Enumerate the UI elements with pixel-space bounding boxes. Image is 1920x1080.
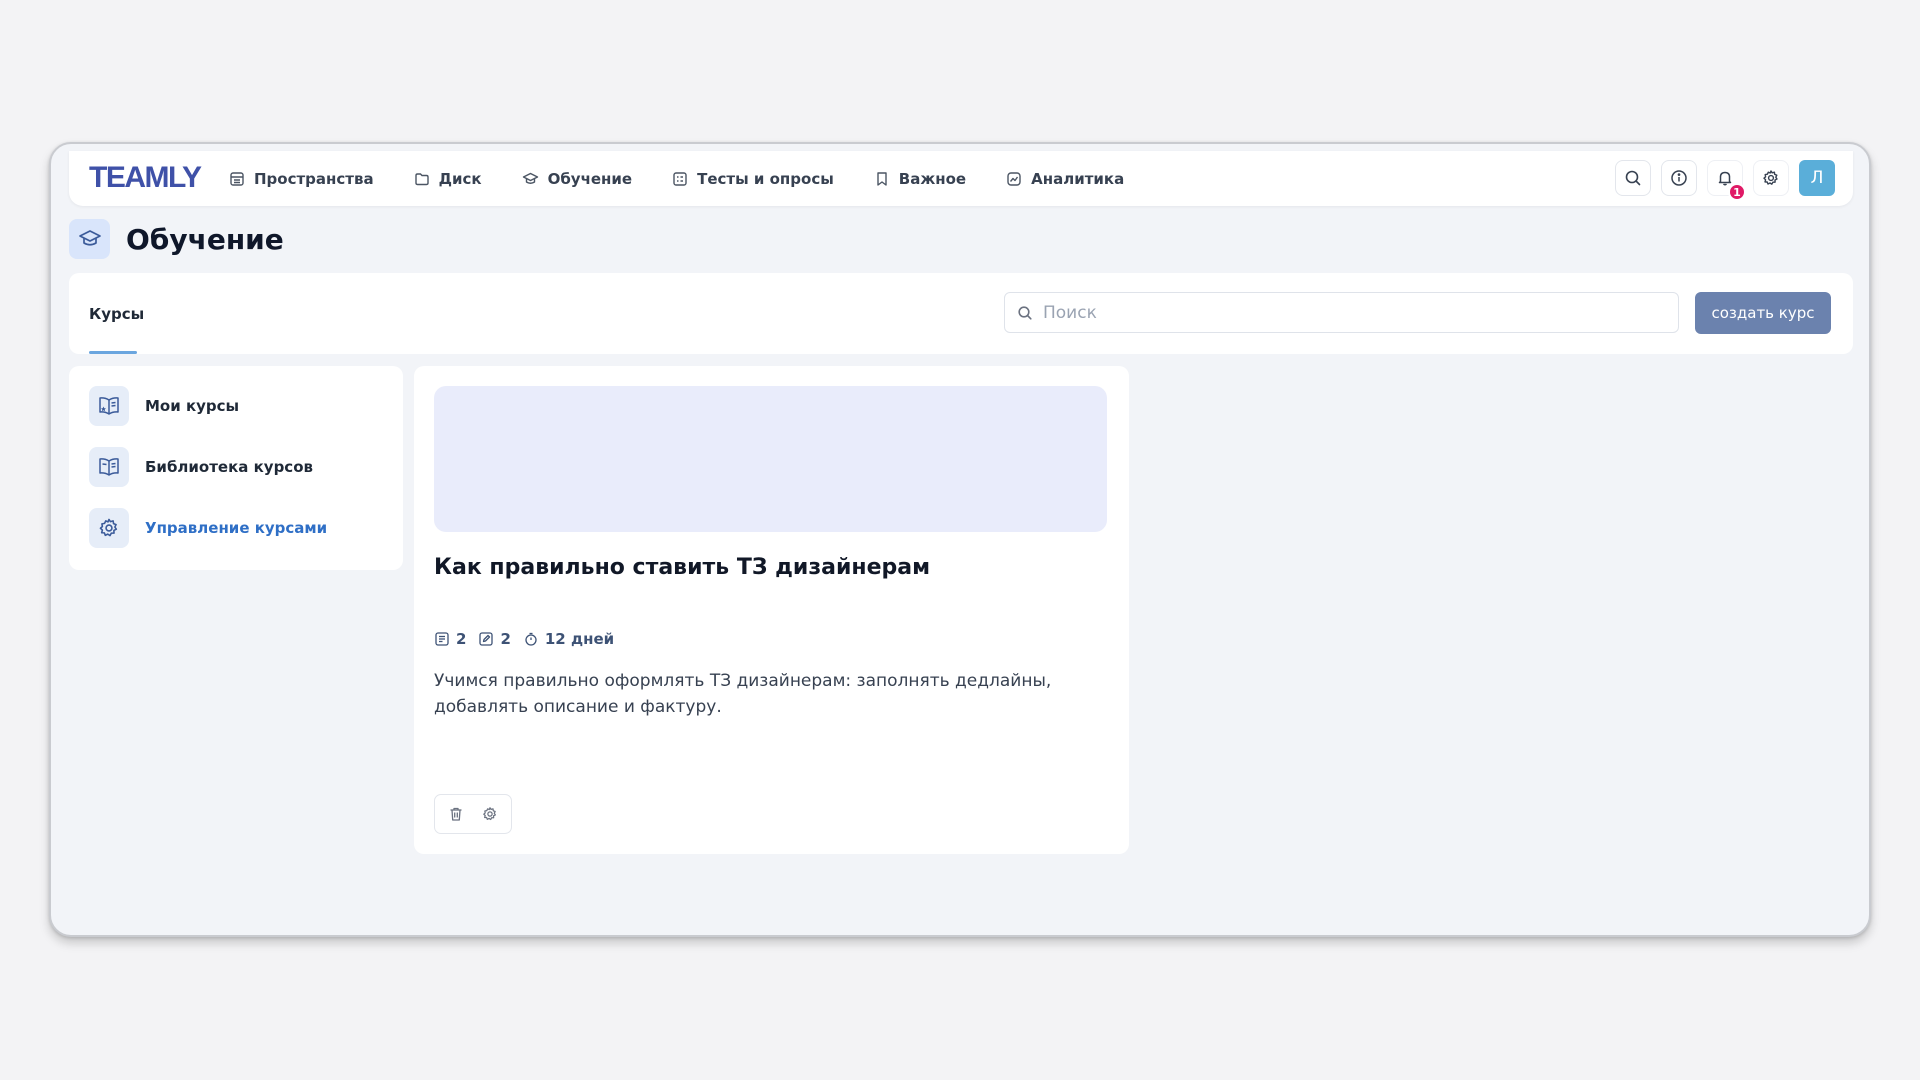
bookmark-icon: [877, 171, 887, 186]
search-input[interactable]: [1041, 301, 1641, 324]
folder-icon: [414, 172, 429, 185]
my-courses-icon: [89, 386, 129, 426]
course-card[interactable]: Как правильно ставить ТЗ дизайнерам 2 2 …: [414, 366, 1129, 854]
notifications-button[interactable]: 1: [1707, 160, 1746, 201]
library-icon: [89, 447, 129, 487]
search-icon: [1625, 170, 1641, 186]
sidebar-item-label: Мои курсы: [145, 397, 240, 415]
nav-item-tests[interactable]: Тесты и опросы: [672, 170, 834, 188]
edit-task-icon: [479, 632, 494, 646]
page-header: Обучение: [69, 219, 284, 259]
sidebar-item-my-courses[interactable]: Мои курсы: [89, 386, 383, 426]
info-icon: [1671, 170, 1687, 186]
info-button[interactable]: [1661, 160, 1697, 196]
nav-item-important[interactable]: Важное: [874, 170, 966, 188]
teamly-logo[interactable]: TEAMLY: [89, 161, 202, 195]
gear-icon: [89, 508, 129, 548]
app-window: TEAMLY Пространства Диск Обучение Тесты …: [49, 142, 1871, 937]
chart-icon: [1007, 171, 1021, 186]
lessons-count-value: 2: [456, 630, 467, 648]
tasks-count-value: 2: [500, 630, 511, 648]
course-settings-button[interactable]: [476, 800, 504, 828]
trash-icon: [450, 807, 462, 821]
nav-item-analytics[interactable]: Аналитика: [1006, 170, 1124, 188]
sidebar-item-course-management[interactable]: Управление курсами: [89, 508, 383, 548]
search-icon: [1018, 305, 1032, 320]
lessons-icon: [435, 632, 449, 646]
courses-sidebar: Мои курсы Библиотека курсов Управление к…: [69, 366, 403, 570]
course-duration: 12 дней: [523, 630, 614, 648]
notification-count-badge: 1: [1728, 183, 1746, 201]
nav-item-label: Важное: [898, 169, 967, 188]
timer-icon: [525, 632, 537, 646]
search-box: [1004, 292, 1679, 333]
course-description: Учимся правильно оформлять ТЗ дизайнерам…: [434, 671, 1052, 717]
course-cover-image[interactable]: [434, 386, 1107, 532]
graduation-cap-icon: [522, 172, 538, 184]
tab-courses[interactable]: Курсы: [89, 273, 144, 354]
nav-item-spaces[interactable]: Пространства: [229, 170, 374, 188]
checklist-icon: [673, 171, 687, 186]
delete-course-button[interactable]: [442, 800, 470, 828]
sidebar-item-label: Управление курсами: [145, 519, 328, 537]
page-title: Обучение: [126, 222, 284, 256]
create-course-button[interactable]: создать курс: [1695, 292, 1831, 334]
settings-button[interactable]: [1753, 160, 1789, 196]
tabs-bar: Курсы создать курс: [69, 273, 1853, 354]
header-actions: 1 Л: [1605, 160, 1835, 201]
nav-item-label: Пространства: [254, 169, 374, 188]
active-tab-indicator: [89, 351, 137, 354]
course-duration-value: 12 дней: [544, 630, 615, 648]
user-avatar[interactable]: Л: [1799, 160, 1835, 196]
sidebar-item-label: Библиотека курсов: [145, 458, 313, 476]
top-navigation: TEAMLY Пространства Диск Обучение Тесты …: [69, 151, 1853, 206]
spaces-icon: [230, 171, 244, 186]
nav-item-disk[interactable]: Диск: [414, 170, 482, 188]
nav-item-label: Обучение: [547, 169, 633, 188]
gear-icon: [1763, 170, 1778, 185]
lessons-count: 2: [434, 630, 466, 648]
main-menu: Пространства Диск Обучение Тесты и опрос…: [229, 151, 1164, 206]
course-title[interactable]: Как правильно ставить ТЗ дизайнерам: [434, 555, 930, 580]
sidebar-item-course-library[interactable]: Библиотека курсов: [89, 447, 383, 487]
tasks-count: 2: [478, 630, 511, 648]
nav-item-learning[interactable]: Обучение: [522, 169, 633, 188]
graduation-cap-icon: [69, 219, 110, 259]
gear-icon: [483, 807, 496, 821]
course-actions: [434, 794, 512, 834]
nav-item-label: Тесты и опросы: [697, 169, 834, 188]
search-button[interactable]: [1615, 160, 1651, 196]
nav-item-label: Диск: [438, 169, 482, 188]
course-meta: 2 2 12 дней: [434, 630, 626, 648]
nav-item-label: Аналитика: [1031, 169, 1125, 188]
